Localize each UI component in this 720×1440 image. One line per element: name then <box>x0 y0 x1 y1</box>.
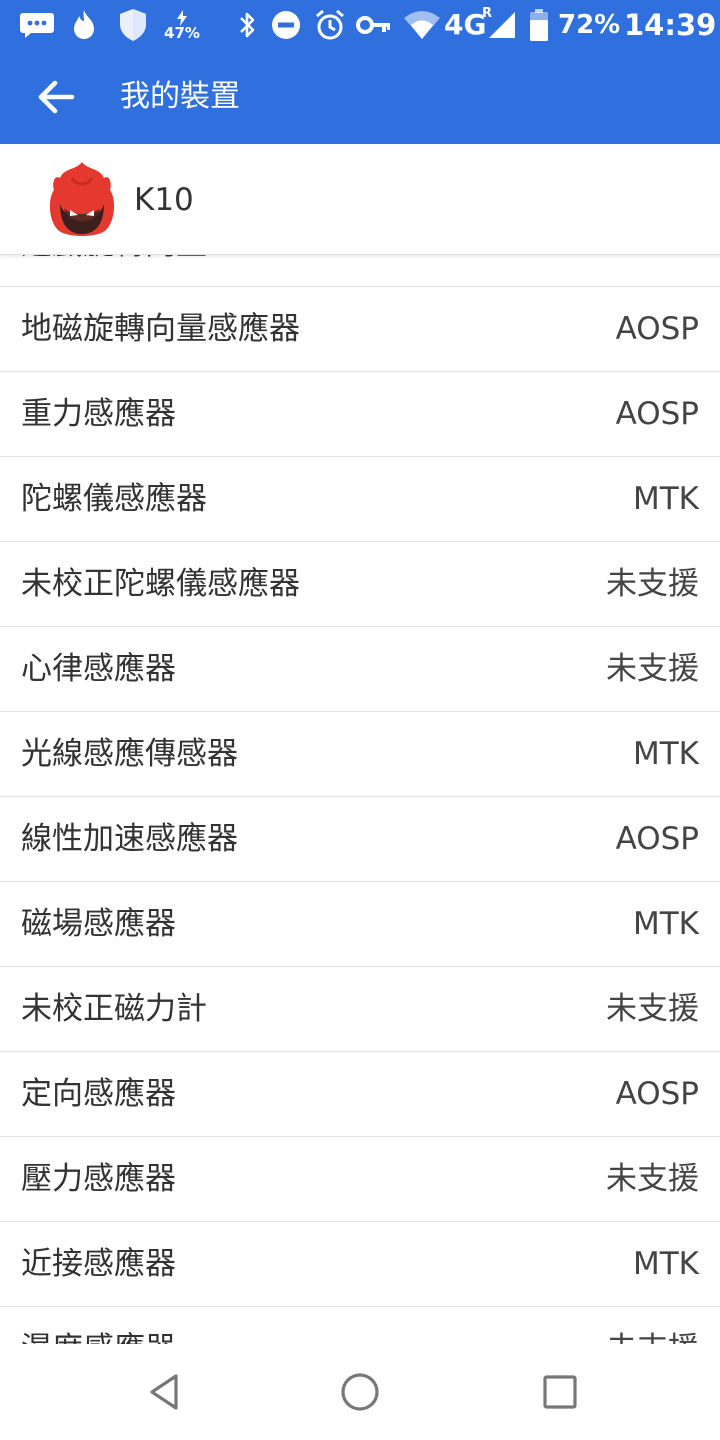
cell-signal-icon <box>486 7 518 43</box>
vpn-key-icon <box>356 7 392 43</box>
sensor-vendor: AOSP <box>615 396 699 432</box>
device-name: K10 <box>134 182 194 218</box>
list-item[interactable]: 陀螺儀感應器 MTK <box>0 457 720 542</box>
nav-recents-button[interactable] <box>530 1362 590 1422</box>
nav-home-button[interactable] <box>330 1362 390 1422</box>
sensor-list[interactable]: 遊戲旋轉向量 AOSP 地磁旋轉向量感應器 AOSP 重力感應器 AOSP 陀螺… <box>0 254 720 1344</box>
sensor-vendor: 未支援 <box>606 991 699 1027</box>
recents-square-icon <box>542 1374 578 1410</box>
shield-icon <box>116 7 150 43</box>
list-item[interactable]: 壓力感應器 未支援 <box>0 1137 720 1222</box>
wifi-icon <box>402 7 442 43</box>
list-item[interactable]: 未校正磁力計 未支援 <box>0 967 720 1052</box>
battery-percent: 72% <box>558 10 621 40</box>
battery-saver-icon: 47% <box>162 7 202 43</box>
sensor-vendor: MTK <box>632 906 699 942</box>
sensor-name: 心律感應器 <box>21 651 176 687</box>
do-not-disturb-icon <box>270 7 302 43</box>
navigation-bar <box>0 1344 720 1440</box>
sensor-name: 近接感應器 <box>21 1246 176 1282</box>
list-item[interactable]: 濕度感應器 未支援 <box>0 1307 720 1344</box>
sensor-vendor: AOSP <box>615 1076 699 1112</box>
list-item[interactable]: 近接感應器 MTK <box>0 1222 720 1307</box>
sensor-name: 陀螺儀感應器 <box>21 481 207 517</box>
sensor-vendor: MTK <box>632 481 699 517</box>
device-header: K10 <box>0 144 720 255</box>
sensor-name: 濕度感應器 <box>21 1307 176 1344</box>
sensor-name: 壓力感應器 <box>21 1161 176 1197</box>
fire-icon <box>68 7 100 43</box>
app-bar: 我的裝置 <box>0 50 720 144</box>
sensor-vendor: 未支援 <box>606 566 699 602</box>
sensor-vendor: MTK <box>632 736 699 772</box>
sensor-vendor: AOSP <box>616 254 699 286</box>
alarm-icon <box>312 7 348 43</box>
sensor-name: 光線感應傳感器 <box>21 736 238 772</box>
antutu-logo-icon <box>46 160 118 240</box>
sensor-vendor: 未支援 <box>606 1307 699 1344</box>
list-item[interactable]: 光線感應傳感器 MTK <box>0 712 720 797</box>
arrow-left-icon <box>37 80 75 114</box>
list-item[interactable]: 定向感應器 AOSP <box>0 1052 720 1137</box>
sensor-name: 線性加速感應器 <box>21 821 238 857</box>
sensor-vendor: AOSP <box>615 311 699 347</box>
battery-saver-percent: 47% <box>164 23 200 42</box>
sensor-name: 磁場感應器 <box>21 906 176 942</box>
sensor-name: 重力感應器 <box>21 396 176 432</box>
list-item[interactable]: 未校正陀螺儀感應器 未支援 <box>0 542 720 627</box>
sensor-name: 遊戲旋轉向量 <box>21 254 207 286</box>
list-item[interactable]: 地磁旋轉向量感應器 AOSP <box>0 287 720 372</box>
clock: 14:39 <box>624 8 717 42</box>
home-circle-icon <box>340 1372 380 1412</box>
status-bar: 47% 4G R 72% 14:39 <box>0 0 720 50</box>
list-item[interactable]: 線性加速感應器 AOSP <box>0 797 720 882</box>
bluetooth-icon <box>234 7 260 43</box>
list-item[interactable]: 重力感應器 AOSP <box>0 372 720 457</box>
back-triangle-icon <box>146 1372 182 1412</box>
list-item[interactable]: 遊戲旋轉向量 AOSP <box>0 254 720 287</box>
sensor-vendor: MTK <box>632 1246 699 1282</box>
battery-icon <box>526 7 552 43</box>
sensor-vendor: 未支援 <box>606 651 699 687</box>
sensor-name: 定向感應器 <box>21 1076 176 1112</box>
list-item[interactable]: 磁場感應器 MTK <box>0 882 720 967</box>
sensor-name: 地磁旋轉向量感應器 <box>21 311 300 347</box>
sensor-name: 未校正磁力計 <box>21 991 207 1027</box>
sensor-name: 未校正陀螺儀感應器 <box>21 566 300 602</box>
message-icon <box>18 7 56 43</box>
network-type: 4G <box>444 8 487 41</box>
sensor-vendor: 未支援 <box>606 1161 699 1197</box>
page-title: 我的裝置 <box>120 79 240 114</box>
back-button[interactable] <box>28 72 84 122</box>
sensor-vendor: AOSP <box>615 821 699 857</box>
nav-back-button[interactable] <box>134 1362 194 1422</box>
list-item[interactable]: 心律感應器 未支援 <box>0 627 720 712</box>
sensor-list-content: 遊戲旋轉向量 AOSP 地磁旋轉向量感應器 AOSP 重力感應器 AOSP 陀螺… <box>0 254 720 1344</box>
